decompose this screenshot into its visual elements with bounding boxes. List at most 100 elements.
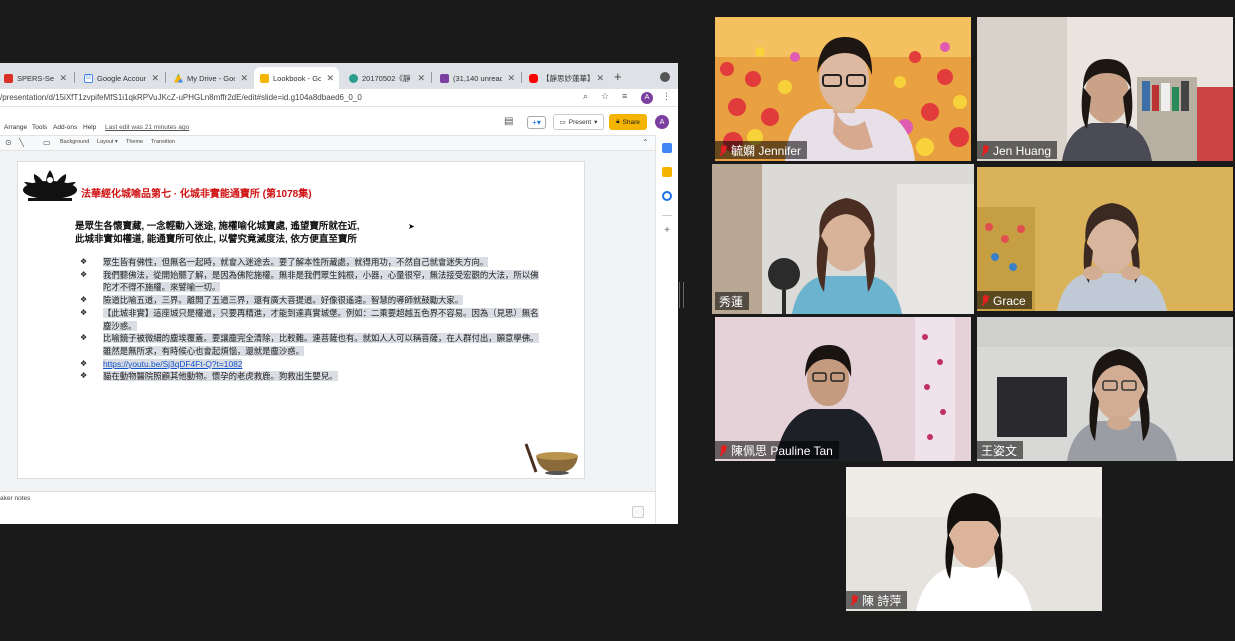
video-tile-pauline-tan[interactable]: 陳佩思 Pauline Tan xyxy=(715,317,971,461)
participant-name-tag: 陳 詩萍 xyxy=(846,591,908,609)
slides-icon xyxy=(260,73,269,83)
participant-name-tag: 王姿文 xyxy=(977,441,1024,459)
url-field[interactable]: /presentation/d/15iXfT1zvpifeMfS1i1qkRPV… xyxy=(0,93,362,102)
close-icon[interactable]: ✕ xyxy=(235,73,253,84)
diamond-bullet-icon: ❖ xyxy=(80,358,88,368)
slide-title: 法華經化城喻品第七 · 化城非實能通寶所 (第1078集) xyxy=(81,189,312,200)
address-bar: /presentation/d/15iXfT1zvpifeMfS1i1qkRPV… xyxy=(0,89,678,107)
calendar-icon[interactable] xyxy=(662,143,672,153)
bullet-item: ❖ 眾生皆有佛性，但無名一起時，就會入迷途去。要了解本性所藏處，就得用功，不然自… xyxy=(80,257,489,267)
explore-icon[interactable] xyxy=(632,506,644,518)
slides-toolbar: ⊙ ╲ ▭ Background Layout ▾ Theme Transiti… xyxy=(0,135,655,151)
participant-name-tag: 陳佩思 Pauline Tan xyxy=(715,441,839,459)
video-tile-participant-6[interactable]: 王姿文 xyxy=(977,317,1233,461)
toolbar-background[interactable]: Background xyxy=(60,139,89,145)
add-addon-icon[interactable]: + xyxy=(662,226,672,237)
menu-arrange[interactable]: Arrange xyxy=(4,124,27,131)
split-view-drag-handle[interactable] xyxy=(679,282,684,308)
slide-bullet-list: ❖ 眾生皆有佛性，但無名一起時，就會入迷途去。要了解本性所藏處，就得用功，不然自… xyxy=(80,256,540,383)
video-feed-jen-huang xyxy=(977,17,1233,161)
slide-subtitle-line-2: 此城非實如權道, 能通寶所可依止, 以譬究竟滅度法, 依方便直至寶所 xyxy=(75,234,357,245)
comment-add-icon[interactable]: ▭ xyxy=(43,138,51,147)
keep-icon[interactable] xyxy=(662,167,672,177)
select-icon[interactable]: ⊙ xyxy=(5,138,12,147)
diamond-bullet-icon: ❖ xyxy=(80,295,88,305)
media-icon[interactable]: ≡ xyxy=(622,91,627,101)
youtube-icon xyxy=(529,73,538,83)
new-tab-button[interactable]: + xyxy=(614,69,622,84)
participant-name-tag: Jen Huang xyxy=(977,141,1058,159)
toolbar-layout[interactable]: Layout ▾ xyxy=(97,139,118,145)
zoom-icon[interactable]: ⌕ xyxy=(583,91,588,102)
browser-profile-icon[interactable] xyxy=(660,72,670,82)
browser-tab-spers[interactable]: SPERS-Sec: Te ✕ xyxy=(0,67,72,89)
browser-tab-youtube[interactable]: 【靜思妙蓮華】 ✕ xyxy=(523,67,609,89)
video-tile-active-speaker[interactable]: 秀蓮 xyxy=(712,164,974,314)
diamond-bullet-icon: ❖ xyxy=(80,269,88,279)
bullet-item: ❖ 【此城非實】這座城只是權道，只要再精進，才能到達真實城堡。例如：二乘要超越五… xyxy=(80,307,539,331)
mic-muted-icon xyxy=(719,144,728,157)
bullet-item: ❖ https://youtu.be/Sj3qDF4Ft-Q?t=1082 xyxy=(80,358,540,371)
video-tile-grace[interactable]: Grace xyxy=(977,167,1233,311)
mic-muted-icon xyxy=(719,444,728,457)
diamond-bullet-icon: ❖ xyxy=(80,333,88,343)
divider xyxy=(662,215,672,216)
close-icon[interactable]: ✕ xyxy=(321,73,339,84)
video-tile-jennifer[interactable]: 毓嫻 Jennifer xyxy=(715,17,971,161)
video-feed-participant-7 xyxy=(846,467,1102,611)
close-icon[interactable]: ✕ xyxy=(591,73,609,84)
present-button[interactable]: ▭ Present ▾ xyxy=(553,114,604,130)
slide-canvas-area: 法華經化城喻品第七 · 化城非實能通寶所 (第1078集) 是眾生各懷寶藏, 一… xyxy=(0,151,655,491)
diamond-bullet-icon: ❖ xyxy=(80,257,88,266)
lock-icon: 🔒︎ xyxy=(616,118,620,125)
toolbar-transition[interactable]: Transition xyxy=(151,139,175,145)
chevron-down-icon: ▾ xyxy=(594,119,598,126)
side-panel: + › xyxy=(655,135,678,524)
new-slide-icon[interactable]: +▾ xyxy=(527,116,546,129)
close-icon[interactable]: ✕ xyxy=(412,73,430,84)
close-icon[interactable]: ✕ xyxy=(502,73,520,84)
slide-canvas[interactable]: 法華經化城喻品第七 · 化城非實能通寶所 (第1078集) 是眾生各懷寶藏, 一… xyxy=(17,161,585,479)
google-icon: G xyxy=(84,73,93,83)
last-edit-link[interactable]: Last edit was 21 minutes ago xyxy=(105,124,189,131)
participant-name-tag: 秀蓮 xyxy=(715,292,750,310)
toolbar-theme[interactable]: Theme xyxy=(126,139,143,145)
video-tile-jen-huang[interactable]: Jen Huang xyxy=(977,17,1233,161)
tasks-icon[interactable] xyxy=(662,191,672,201)
close-icon[interactable]: ✕ xyxy=(54,73,72,84)
menu-tools[interactable]: Tools xyxy=(32,124,47,131)
account-avatar[interactable]: A xyxy=(655,115,669,129)
speaker-notes-panel[interactable]: aker notes xyxy=(0,491,655,524)
diamond-bullet-icon: ❖ xyxy=(80,307,88,317)
line-icon[interactable]: ╲ xyxy=(19,138,24,147)
star-icon[interactable]: ☆ xyxy=(601,91,609,102)
profile-avatar[interactable]: A xyxy=(641,92,653,104)
zoom-meeting-window: SPERS-Sec: Te ✕ G Google Account ✕ My Dr… xyxy=(0,0,1235,641)
bullet-item: ❖ 我們聽佛法，從開始聽了解，是因為佛陀施權。無非是我們眾生鈍根，小器，心量很窄… xyxy=(80,269,539,293)
menu-help[interactable]: Help xyxy=(83,124,96,131)
browser-tab-lookbook[interactable]: Lookbook - Go ✕ xyxy=(254,67,339,89)
browser-tab-google-account[interactable]: G Google Account ✕ xyxy=(78,67,164,89)
present-icon: ▭ xyxy=(559,119,566,126)
video-feed-pauline-tan xyxy=(715,317,971,461)
browser-tab-my-drive[interactable]: My Drive - Goo ✕ xyxy=(168,67,253,89)
bullet-item: ❖ 比喻鏡子被微細的塵埃覆蓋。要讓塵完全清除，比較難。連菩薩也有。就如人人可以稱… xyxy=(80,333,539,356)
mic-muted-icon xyxy=(981,144,990,157)
chevron-up-icon[interactable]: ⌃ xyxy=(642,138,649,147)
video-feed-grace xyxy=(977,167,1233,311)
menu-addons[interactable]: Add-ons xyxy=(53,124,77,131)
close-icon[interactable]: ✕ xyxy=(146,73,164,84)
video-tile-participant-7[interactable]: 陳 詩萍 xyxy=(846,467,1102,611)
browser-tab-inbox[interactable]: (31,140 unread) ✕ xyxy=(434,67,520,89)
more-vert-icon[interactable]: ⋮ xyxy=(662,91,671,102)
comment-icon[interactable]: ▤ xyxy=(504,116,513,127)
share-button[interactable]: 🔒︎ Share xyxy=(609,114,647,130)
shared-screen-browser: SPERS-Sec: Te ✕ G Google Account ✕ My Dr… xyxy=(0,63,678,524)
slides-menu-bar: Arrange Tools Add-ons Help Last edit was… xyxy=(0,107,678,135)
mail-icon xyxy=(440,73,449,83)
browser-tab-20170502[interactable]: 20170502《靜 ✕ xyxy=(343,67,430,89)
video-feed-active-speaker xyxy=(712,164,974,314)
web-icon xyxy=(349,73,358,83)
youtube-link[interactable]: https://youtu.be/Sj3qDF4Ft-Q?t=1082 xyxy=(103,358,243,369)
mouse-cursor-icon: ➤ xyxy=(408,222,415,231)
